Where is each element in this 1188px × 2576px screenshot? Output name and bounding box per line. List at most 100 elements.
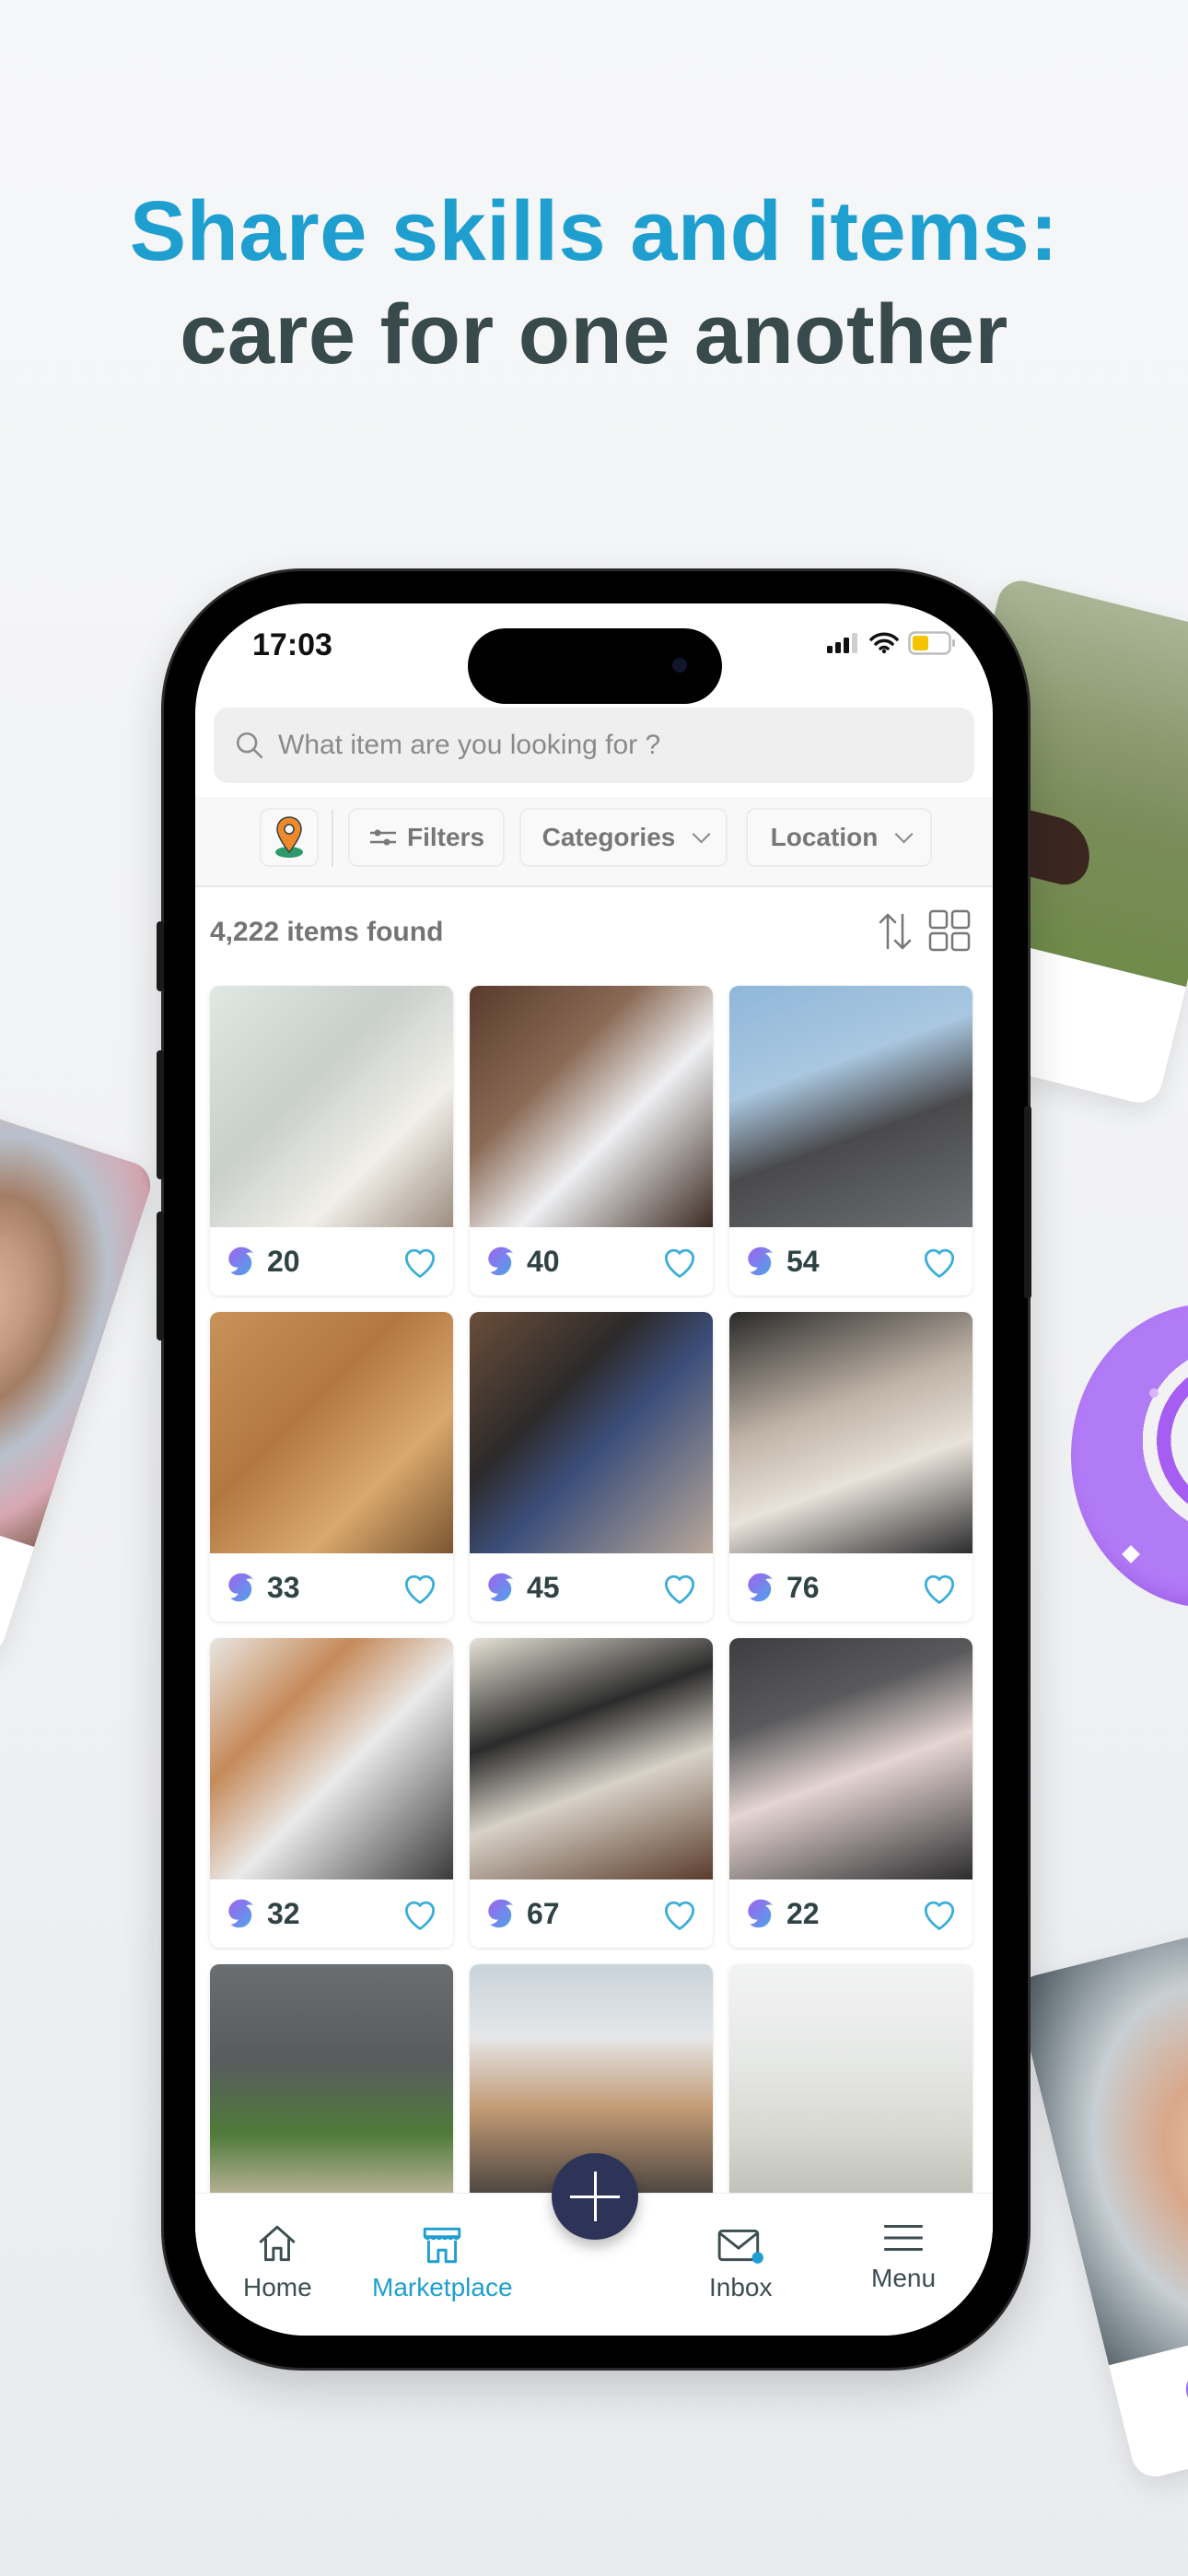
item-meta: 67 <box>470 1879 713 1948</box>
heart-icon[interactable] <box>659 1242 700 1281</box>
coin-icon <box>488 1573 514 1602</box>
item-meta: 22 <box>729 1879 973 1948</box>
heart-icon[interactable] <box>659 1894 700 1933</box>
filter-divider <box>332 810 333 867</box>
purple-coin-graphic <box>1071 1304 1188 1608</box>
filter-bar: Filters Categories Location <box>195 797 993 887</box>
item-card[interactable]: 76 <box>729 1312 973 1622</box>
item-photo[interactable] <box>210 1312 453 1553</box>
nav-home-label: Home <box>243 2273 312 2301</box>
nav-marketplace[interactable]: Marketplace <box>372 2221 513 2302</box>
heart-icon[interactable] <box>659 1568 700 1607</box>
chevron-down-icon <box>894 825 914 844</box>
nav-home[interactable]: Home <box>243 2221 312 2302</box>
hamburger-menu-icon <box>884 2225 923 2251</box>
promo-headline: Share skills and items: care for one ano… <box>0 180 1188 386</box>
item-price: 67 <box>527 1896 560 1930</box>
item-price: 33 <box>267 1570 300 1604</box>
coin-icon <box>748 1899 774 1928</box>
location-pin-button[interactable] <box>260 808 319 867</box>
item-photo[interactable] <box>470 986 713 1227</box>
item-meta: 32 <box>210 1879 453 1948</box>
coin-icon <box>748 1247 774 1276</box>
categories-label: Categories <box>542 823 676 851</box>
categories-dropdown[interactable]: Categories <box>519 808 728 867</box>
home-icon <box>259 2225 297 2262</box>
status-icons <box>827 631 956 655</box>
filters-button[interactable]: Filters <box>348 808 505 867</box>
item-photo[interactable] <box>729 986 973 1227</box>
cellular-signal-icon <box>827 633 857 653</box>
heart-icon[interactable] <box>919 1894 960 1933</box>
nav-inbox-label: Inbox <box>709 2273 773 2301</box>
coin-icon <box>1185 2371 1188 2416</box>
storefront-icon <box>424 2227 461 2264</box>
nav-marketplace-label: Marketplace <box>372 2273 513 2301</box>
wifi-icon <box>869 632 899 654</box>
item-price: 20 <box>267 1244 300 1278</box>
chevron-down-icon <box>692 825 711 844</box>
grid-view-icon[interactable] <box>928 909 971 952</box>
item-photo[interactable] <box>210 1964 453 2206</box>
item-price: 54 <box>786 1244 820 1278</box>
coin-icon <box>228 1573 254 1602</box>
location-dropdown[interactable]: Location <box>746 808 932 867</box>
phone-power-button <box>1024 1106 1031 1299</box>
headline-line-2: care for one another <box>180 287 1008 381</box>
coin-icon <box>228 1247 254 1276</box>
item-photo[interactable] <box>729 1638 973 1879</box>
item-card[interactable]: 67 <box>470 1638 713 1948</box>
floating-card-photo <box>1013 1909 1188 2366</box>
phone-volume-down-button <box>157 1212 164 1341</box>
item-card[interactable]: 40 <box>470 986 713 1295</box>
heart-icon[interactable] <box>400 1568 440 1607</box>
heart-icon[interactable] <box>400 1242 440 1281</box>
item-photo[interactable] <box>210 1638 453 1879</box>
item-meta: 45 <box>470 1553 713 1622</box>
add-listing-button[interactable] <box>552 2153 638 2240</box>
item-card[interactable]: 20 <box>210 986 453 1295</box>
sort-arrows-icon[interactable] <box>877 911 914 952</box>
coin-icon <box>488 1247 514 1276</box>
item-card[interactable]: 32 <box>210 1638 453 1948</box>
item-price: 76 <box>786 1570 820 1604</box>
item-photo[interactable] <box>210 986 453 1227</box>
item-card[interactable]: 22 <box>729 1638 973 1948</box>
floating-card-facial: 5 <box>1013 1909 1188 2482</box>
heart-icon[interactable] <box>400 1894 440 1933</box>
heart-icon[interactable] <box>919 1568 960 1607</box>
heart-icon[interactable] <box>919 1242 960 1281</box>
item-card[interactable]: 54 <box>729 986 973 1295</box>
results-count: 4,222 items found <box>210 917 444 947</box>
nav-inbox[interactable]: Inbox <box>709 2221 773 2302</box>
item-price: 40 <box>527 1244 560 1278</box>
search-icon <box>236 732 263 759</box>
phone-action-button <box>157 921 164 991</box>
app-screen: 17:03 What item are you looking for ? Fi… <box>195 603 993 2336</box>
floating-card-photo <box>0 1084 157 1547</box>
filters-label: Filters <box>406 823 485 851</box>
item-meta: 20 <box>210 1227 453 1295</box>
coin-icon <box>228 1899 254 1928</box>
item-photo[interactable] <box>729 1312 973 1553</box>
search-input[interactable]: What item are you looking for ? <box>214 708 974 783</box>
item-meta: 76 <box>729 1553 973 1622</box>
nav-menu[interactable]: Menu <box>871 2218 936 2293</box>
item-card[interactable]: 33 <box>210 1312 453 1622</box>
mail-icon <box>717 2230 764 2264</box>
item-price: 45 <box>527 1570 560 1604</box>
item-price: 32 <box>267 1896 300 1930</box>
dynamic-island <box>468 628 722 704</box>
item-photo[interactable] <box>729 1964 973 2206</box>
coin-icon <box>748 1573 774 1602</box>
item-photo[interactable] <box>470 1312 713 1553</box>
item-card[interactable]: 45 <box>470 1312 713 1622</box>
phone-volume-up-button <box>157 1050 164 1179</box>
status-time: 17:03 <box>252 627 332 662</box>
sliders-icon <box>369 829 396 846</box>
nav-menu-label: Menu <box>871 2264 937 2292</box>
item-meta: 40 <box>470 1227 713 1295</box>
unread-badge <box>751 2252 764 2264</box>
item-photo[interactable] <box>470 1638 713 1879</box>
floating-card-elderly-care <box>0 1084 157 1661</box>
